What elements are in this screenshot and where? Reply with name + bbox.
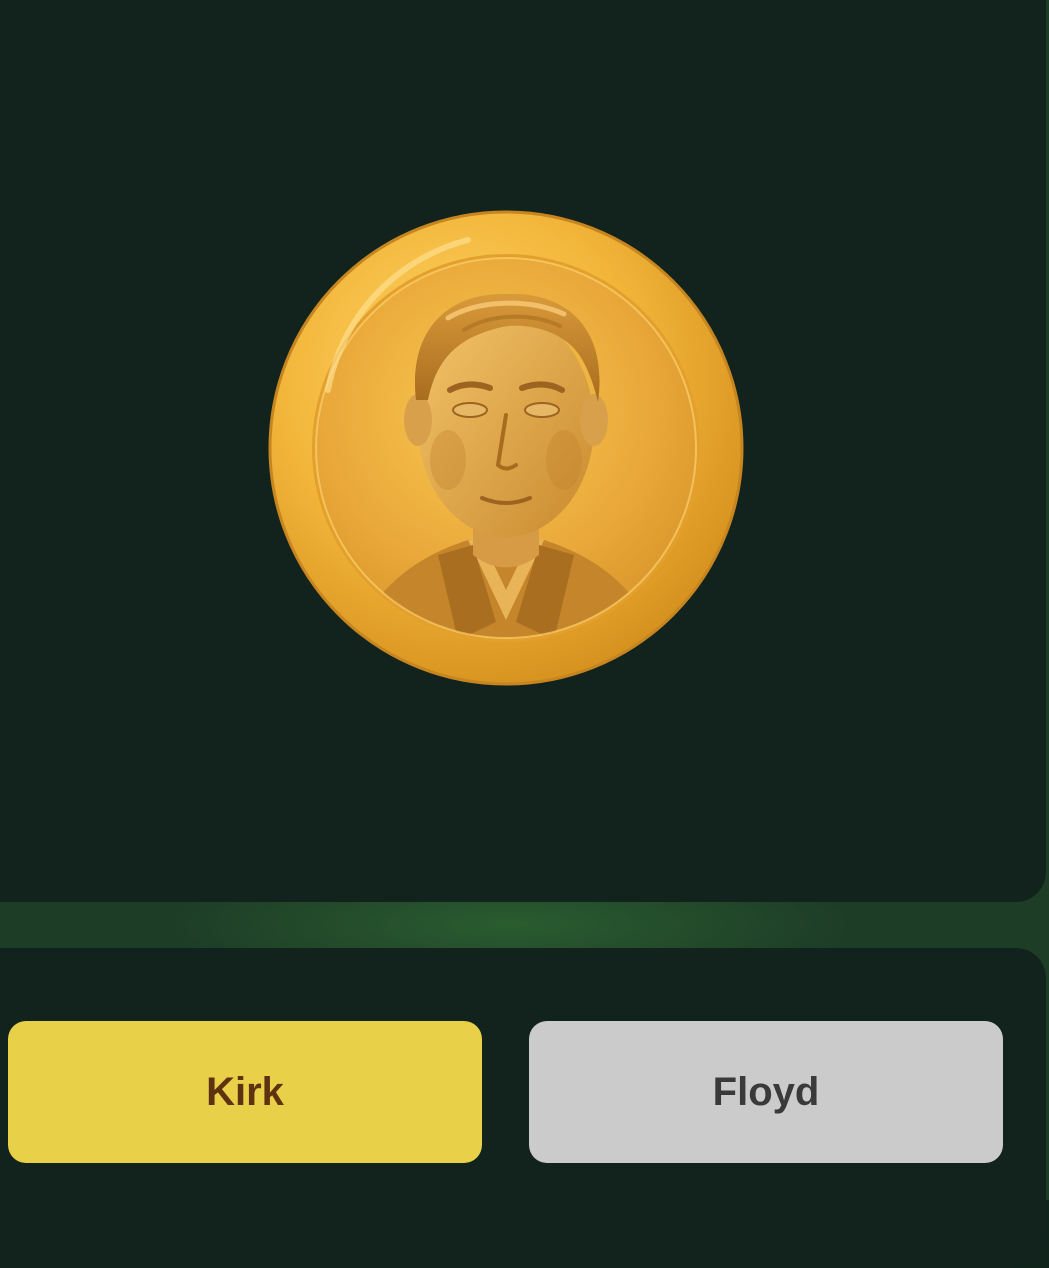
answer-button-floyd[interactable]: Floyd [529, 1021, 1003, 1163]
answer-button-kirk[interactable]: Kirk [8, 1021, 482, 1163]
coin-graphic [268, 210, 744, 686]
gold-coin-portrait-icon [268, 210, 744, 686]
